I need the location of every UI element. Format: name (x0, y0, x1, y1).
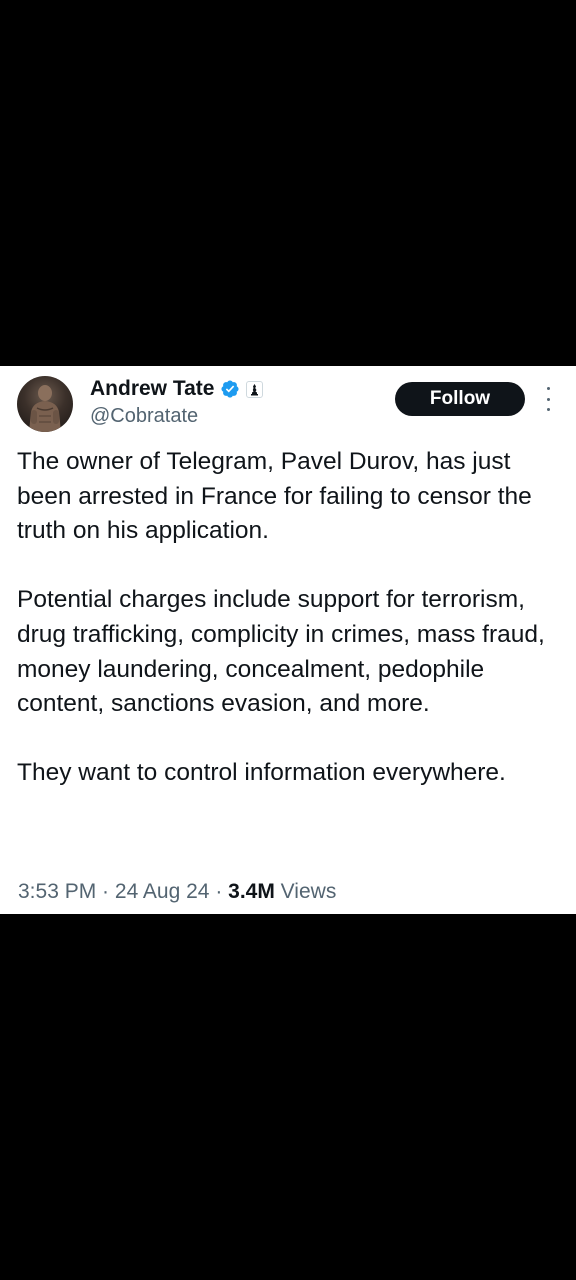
meta-separator: · (209, 880, 229, 903)
verified-check-icon (220, 379, 240, 399)
tweet-time[interactable]: 3:53 PM (18, 880, 96, 903)
follow-button[interactable]: Follow (395, 382, 525, 416)
affiliate-badge-icon[interactable] (246, 380, 264, 398)
tweet-card: Andrew Tate @Cobratate Follow The owner … (0, 366, 576, 914)
author-display-name[interactable]: Andrew Tate (90, 375, 214, 403)
screen: Andrew Tate @Cobratate Follow The owner … (0, 0, 576, 1280)
tweet-text: The owner of Telegram, Pavel Durov, has … (17, 445, 562, 791)
tweet-paragraph-1: The owner of Telegram, Pavel Durov, has … (17, 448, 532, 545)
meta-separator: · (96, 880, 115, 903)
avatar[interactable] (17, 376, 73, 432)
tweet-paragraph-3: They want to control information everywh… (17, 759, 506, 787)
tweet-paragraph-2: Potential charges include support for te… (17, 586, 545, 718)
views-label: Views (274, 880, 337, 903)
more-vertical-icon[interactable] (540, 387, 556, 411)
author-name-row: Andrew Tate (90, 375, 264, 403)
tweet-meta: 3:53 PM · 24 Aug 24 · 3.4M Views (18, 878, 336, 906)
views-count[interactable]: 3.4M (228, 880, 275, 903)
tweet-date[interactable]: 24 Aug 24 (115, 880, 210, 903)
author-handle[interactable]: @Cobratate (90, 403, 198, 429)
